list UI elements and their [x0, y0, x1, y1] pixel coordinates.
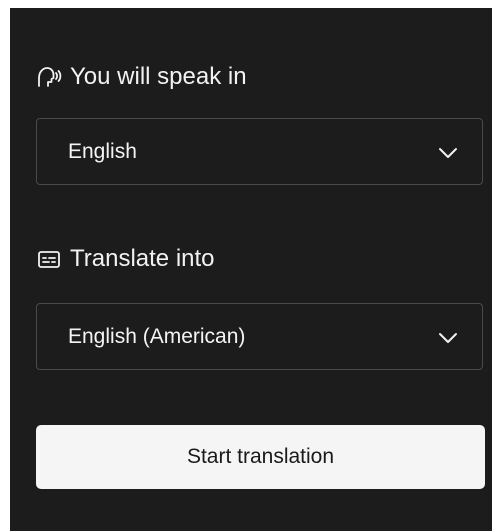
speak-in-heading: You will speak in [36, 64, 247, 90]
speak-in-label: You will speak in [70, 63, 247, 90]
chevron-down-icon [438, 146, 458, 158]
speak-language-select[interactable]: English [36, 118, 483, 185]
translate-into-label: Translate into [70, 245, 215, 272]
speak-language-value: English [68, 139, 137, 163]
start-translation-button[interactable]: Start translation [36, 425, 485, 489]
speaking-head-icon [36, 64, 62, 90]
translate-language-value: English (American) [68, 324, 246, 348]
translate-into-heading: Translate into [36, 246, 215, 272]
translation-panel: You will speak in English Translate into… [10, 8, 492, 531]
translate-language-select[interactable]: English (American) [36, 303, 483, 370]
captions-icon [36, 246, 62, 272]
chevron-down-icon [438, 331, 458, 343]
